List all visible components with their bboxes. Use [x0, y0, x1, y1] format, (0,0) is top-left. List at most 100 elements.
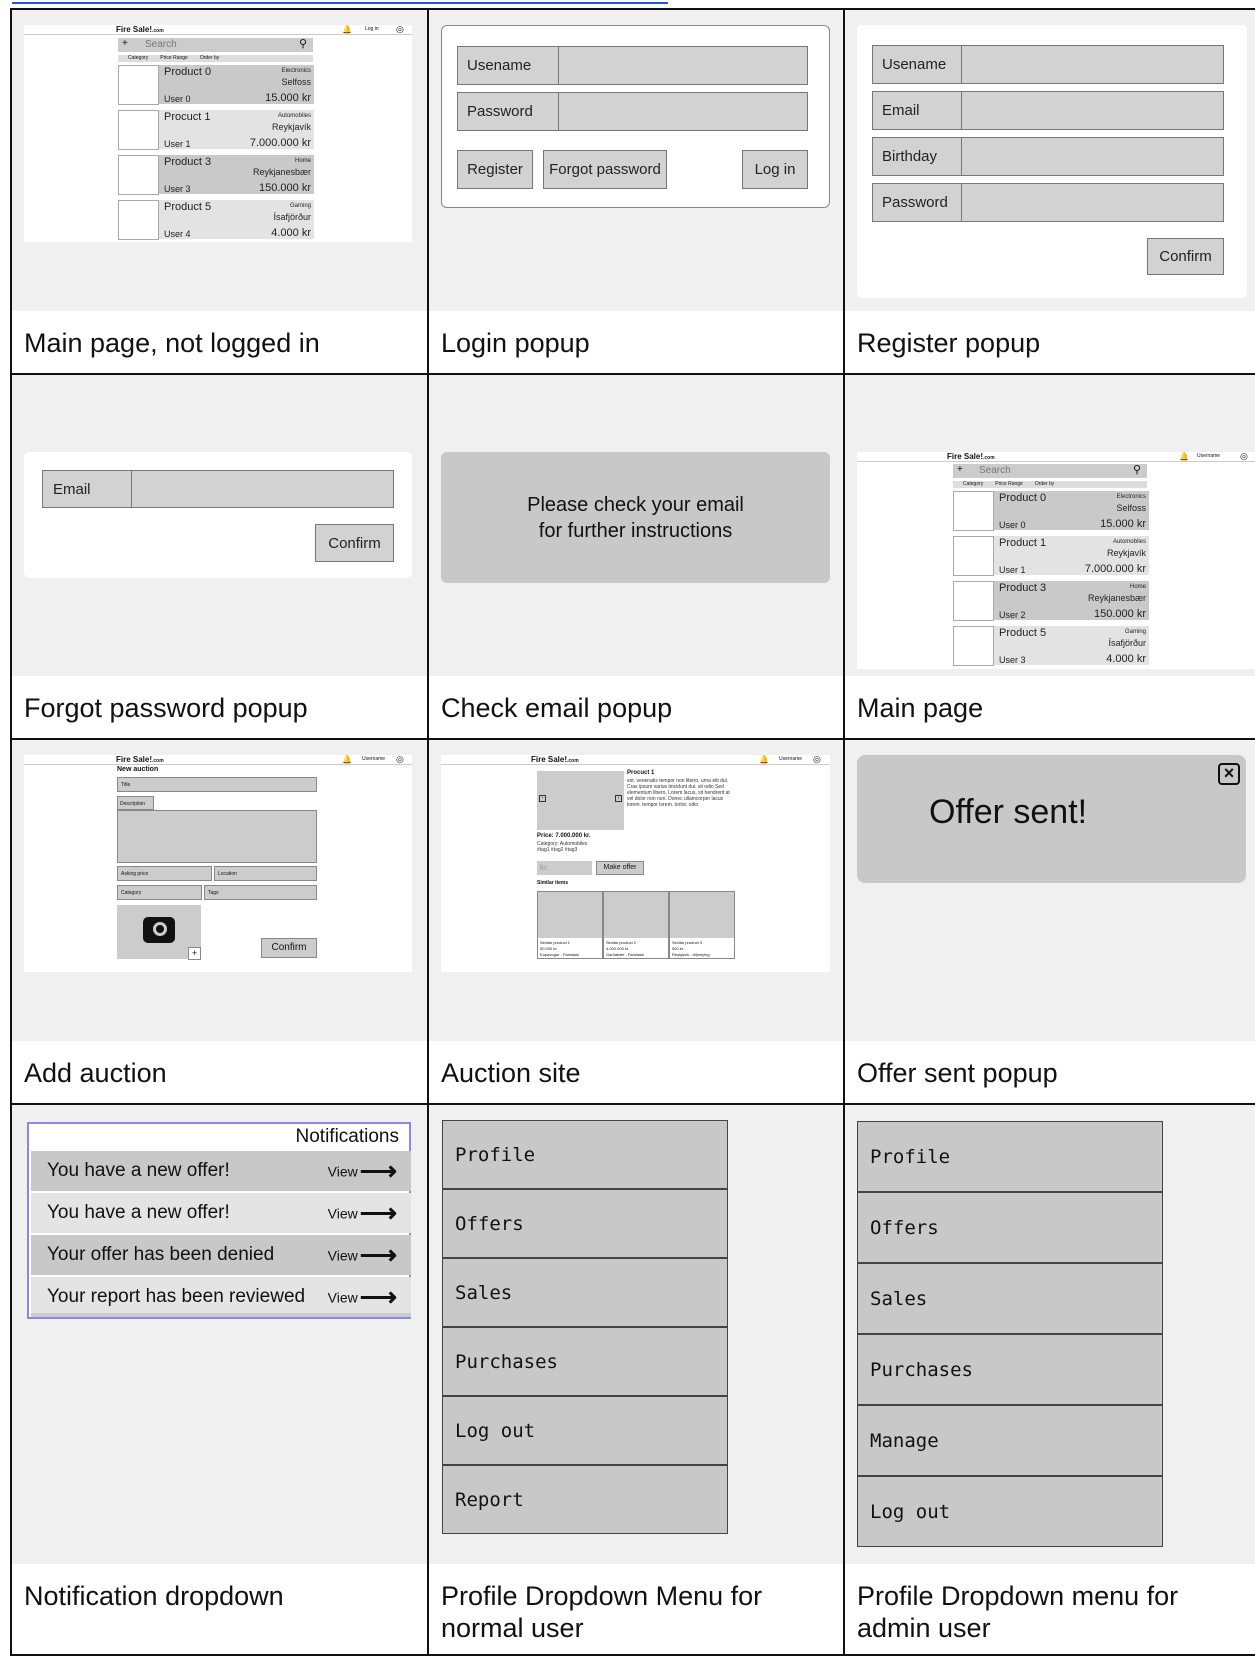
- menu-item-log-out[interactable]: Log out: [442, 1396, 728, 1465]
- list-item[interactable]: Product 0 Electronics Selfoss User 0 15.000 …: [118, 65, 314, 105]
- notification-item[interactable]: You have a new offer! View ⟶: [31, 1193, 411, 1233]
- add-button[interactable]: +: [122, 38, 128, 49]
- product-thumbnail: [118, 200, 159, 240]
- list-item[interactable]: Procuct 1 Automobiles Reykjavík User 1 7.000…: [118, 110, 314, 150]
- logo[interactable]: Fire Sale!.com: [531, 755, 579, 764]
- search-icon[interactable]: ⚲: [299, 37, 307, 50]
- tags-text: #tag1 #tag2 #tag3: [537, 847, 578, 853]
- bell-icon[interactable]: 🔔: [342, 755, 352, 764]
- search-input[interactable]: Search: [145, 39, 177, 50]
- email-label: Email: [42, 470, 132, 508]
- login-button[interactable]: Log in: [742, 150, 808, 189]
- next-icon[interactable]: ›: [615, 795, 622, 802]
- menu-item-purchases[interactable]: Purchases: [442, 1327, 728, 1396]
- caption: Notification dropdown: [12, 1564, 427, 1654]
- bell-icon[interactable]: 🔔: [759, 755, 769, 764]
- top-link-underline[interactable]: [12, 0, 668, 4]
- list-item[interactable]: Product 3 Home Reykjanesbær User 3 150.000 k…: [118, 155, 314, 195]
- list-item[interactable]: Product 3 Home Reykjanesbær User 2 150.000 k…: [953, 581, 1149, 621]
- similar-item[interactable]: Similar product 1 50.000 kr. Kópavogur - F…: [537, 891, 603, 959]
- product-location: Reykjanesbær: [252, 167, 311, 177]
- menu-item-log-out[interactable]: Log out: [857, 1476, 1163, 1547]
- check-email-popup: Please check your email for further inst…: [441, 452, 830, 583]
- bell-icon[interactable]: 🔔: [1179, 452, 1189, 461]
- menu-item-offers[interactable]: Offers: [442, 1189, 728, 1258]
- logo[interactable]: Fire Sale!.com: [116, 755, 164, 764]
- similar-item-loc: Reykjavík - Afþreying: [672, 952, 710, 957]
- menu-item-sales[interactable]: Sales: [442, 1258, 728, 1327]
- similar-item-image: [604, 892, 668, 938]
- asking-price-field[interactable]: Asking price: [117, 866, 212, 881]
- menu-item-profile[interactable]: Profile: [442, 1120, 728, 1189]
- list-item[interactable]: Product 0 Electronics Selfoss User 0 15.000 …: [953, 491, 1149, 531]
- menu-item-profile[interactable]: Profile: [857, 1121, 1163, 1192]
- menu-item-sales[interactable]: Sales: [857, 1263, 1163, 1334]
- product-category: Home: [1129, 584, 1146, 590]
- product-thumbnail: [953, 626, 994, 666]
- menu-item-manage[interactable]: Manage: [857, 1405, 1163, 1476]
- add-photo-button[interactable]: +: [188, 947, 201, 960]
- menu-item-purchases[interactable]: Purchases: [857, 1334, 1163, 1405]
- title-field[interactable]: Title: [117, 777, 317, 792]
- notification-item[interactable]: Your offer has been denied View ⟶: [31, 1235, 411, 1275]
- offer-amount-input[interactable]: kr.: [537, 861, 592, 875]
- prev-icon[interactable]: ‹: [539, 795, 546, 802]
- tags-field[interactable]: Tags: [204, 885, 317, 900]
- confirm-button[interactable]: Confirm: [1147, 238, 1224, 275]
- filter-price[interactable]: Price Range: [160, 55, 188, 62]
- account-icon[interactable]: ◎: [396, 754, 404, 765]
- product-category: Electronics: [281, 68, 311, 74]
- filter-order[interactable]: Order by: [1035, 481, 1054, 488]
- close-icon[interactable]: ×: [1218, 763, 1240, 785]
- similar-item[interactable]: Similar product 2 4.000.000 kr. Garðabær -…: [603, 891, 669, 959]
- filter-category[interactable]: Category: [963, 481, 983, 488]
- search-bar[interactable]: + Search ⚲: [118, 38, 313, 52]
- forgot-password-button[interactable]: Forgot password: [543, 150, 667, 189]
- location-field[interactable]: Location: [214, 866, 317, 881]
- search-icon[interactable]: ⚲: [1133, 463, 1141, 476]
- username-link[interactable]: Username: [779, 756, 802, 762]
- username-link[interactable]: Username: [1197, 453, 1220, 459]
- similar-item-image: [538, 892, 602, 938]
- product-user: User 3: [164, 184, 191, 194]
- product-category: Home: [294, 158, 311, 164]
- description-field[interactable]: [117, 810, 317, 863]
- register-popup: Usename Email Birthday Password Confirm: [857, 25, 1247, 298]
- list-item[interactable]: Product 1 Automobiles Reykjavík User 1 7.000…: [953, 536, 1149, 576]
- view-link[interactable]: View ⟶: [328, 1156, 397, 1187]
- account-icon[interactable]: ◎: [396, 24, 404, 35]
- account-icon[interactable]: ◎: [1240, 451, 1248, 462]
- product-category: Automobiles: [277, 113, 311, 119]
- arrow-right-icon: ⟶: [359, 1155, 397, 1186]
- bell-icon[interactable]: 🔔: [342, 25, 352, 34]
- filter-order[interactable]: Order by: [200, 55, 219, 62]
- confirm-button[interactable]: Confirm: [315, 524, 394, 562]
- view-link[interactable]: View ⟶: [328, 1240, 397, 1271]
- login-popup: Usename Password Register Forgot passwor…: [441, 25, 830, 208]
- register-button[interactable]: Register: [457, 150, 533, 189]
- logo[interactable]: Fire Sale!.com: [947, 452, 995, 461]
- view-link[interactable]: View ⟶: [328, 1198, 397, 1229]
- list-item[interactable]: Product 5 Gaming Ísafjörður User 4 4.000 kr: [118, 200, 314, 240]
- confirm-button[interactable]: Confirm: [261, 938, 317, 958]
- filter-price[interactable]: Price Range: [995, 481, 1023, 488]
- notification-item[interactable]: Your report has been reviewed View ⟶: [31, 1277, 411, 1317]
- menu-item-report[interactable]: Report: [442, 1465, 728, 1534]
- notification-item[interactable]: You have a new offer! View ⟶: [31, 1151, 411, 1191]
- make-offer-button[interactable]: Make offer: [596, 861, 644, 875]
- add-button[interactable]: +: [957, 464, 963, 475]
- list-item[interactable]: Product 5 Gaming Ísafjörður User 3 4.000 kr: [953, 626, 1149, 666]
- logo[interactable]: Fire Sale!.com: [116, 25, 164, 34]
- filter-category[interactable]: Category: [128, 55, 148, 62]
- search-bar[interactable]: + Search ⚲: [953, 464, 1147, 478]
- account-icon[interactable]: ◎: [813, 754, 821, 765]
- cell-check-email-popup: Please check your email for further inst…: [427, 375, 843, 738]
- view-link[interactable]: View ⟶: [328, 1282, 397, 1313]
- category-field[interactable]: Category: [117, 885, 202, 900]
- username-link[interactable]: Username: [362, 756, 385, 762]
- similar-item[interactable]: Similar product 3 500 kr. Reykjavík - Afþr…: [669, 891, 735, 959]
- caption: Offer sent popup: [845, 1041, 1255, 1103]
- login-link[interactable]: Log in: [365, 26, 379, 32]
- search-input[interactable]: Search: [979, 465, 1011, 476]
- menu-item-offers[interactable]: Offers: [857, 1192, 1163, 1263]
